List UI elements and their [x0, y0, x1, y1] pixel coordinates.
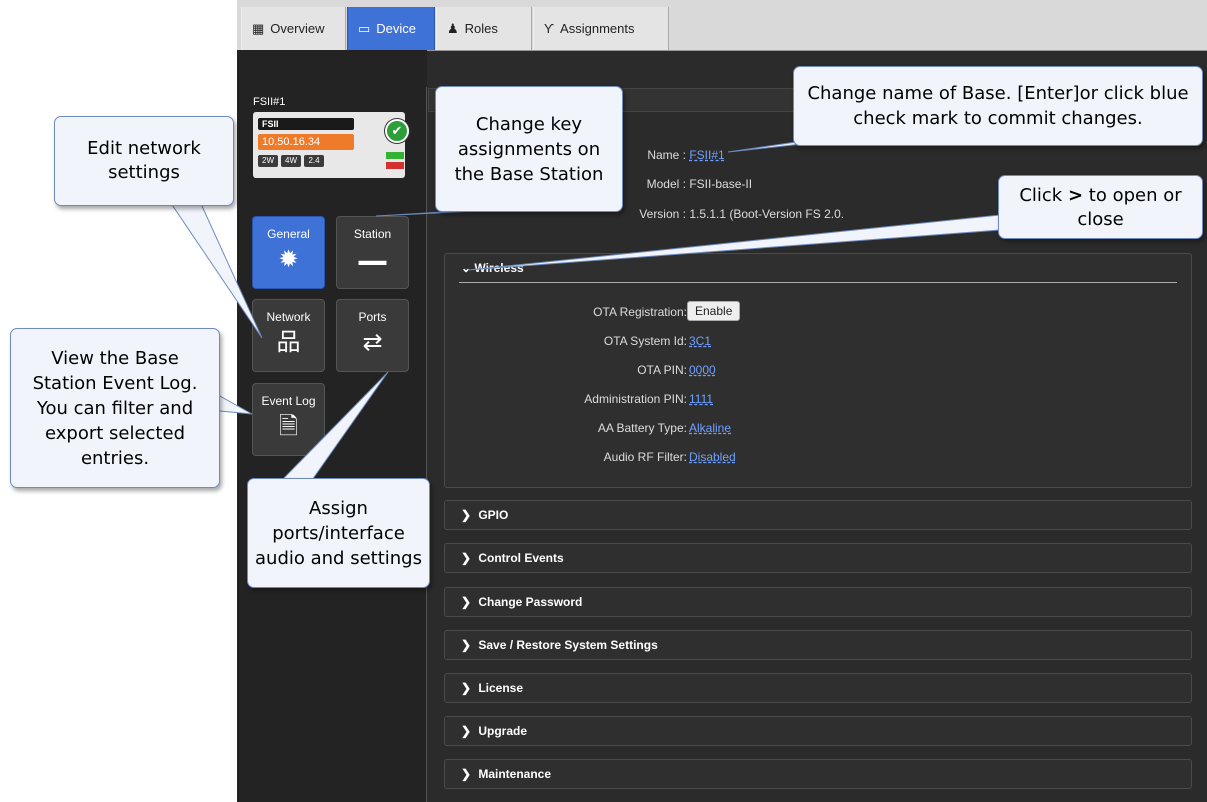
grid-icon: ▦	[252, 20, 265, 36]
section-wireless-header[interactable]: ⌄ Wireless	[461, 261, 524, 275]
callout-change-name: Change name of Base. [Enter]or click blu…	[793, 66, 1203, 146]
callout-event-log: View the Base Station Event Log. You can…	[10, 328, 220, 488]
device-ip: 10.50.16.34	[258, 134, 354, 150]
document-icon: 🗎	[278, 413, 299, 440]
chevron-down-icon: ⌄	[461, 261, 472, 275]
ports-icon: ⇄	[362, 329, 383, 356]
section-wireless: ⌄ Wireless OTA Registration: Enable OTA …	[444, 253, 1192, 488]
device-label: FSII#1	[253, 96, 286, 108]
device-card-name: FSII	[258, 118, 354, 130]
section-gpio[interactable]: ❯ GPIO	[444, 500, 1192, 530]
tab-assignments[interactable]: Ƴ Assignments	[533, 7, 669, 50]
connector-red-icon	[386, 162, 404, 169]
tab-device[interactable]: ▭ Device	[347, 7, 435, 50]
section-license[interactable]: ❯ License	[444, 673, 1192, 703]
chevron-right-icon: ❯	[461, 508, 472, 522]
gear-icon: ✹	[278, 246, 299, 273]
station-icon: ▬▬	[358, 252, 387, 268]
chevron-right-icon: ❯	[461, 681, 472, 695]
tab-bar: ▦ Overview ▭ Device ♟ Roles Ƴ Assignment…	[237, 0, 1207, 51]
callout-key-assignments: Change key assignments on the Base Stati…	[435, 86, 623, 212]
ota-pin-value[interactable]: 0000	[689, 363, 716, 377]
chevron-right-icon: ❯	[461, 767, 472, 781]
tile-event-log[interactable]: Event Log 🗎	[252, 383, 325, 456]
device-icon: ▭	[358, 20, 371, 36]
tab-overview[interactable]: ▦ Overview	[241, 7, 346, 50]
callout-assign-ports: Assign ports/interface audio and setting…	[247, 478, 430, 588]
callout-open-close: Click > to open or close	[998, 175, 1203, 239]
divider	[426, 87, 427, 802]
section-control-events[interactable]: ❯ Control Events	[444, 543, 1192, 573]
check-icon[interactable]: ✔	[385, 119, 409, 143]
callout-edit-network: Edit network settings	[54, 116, 234, 206]
base-name-field[interactable]: FSII#1	[689, 148, 724, 162]
section-divider	[459, 282, 1177, 283]
chevron-right-icon: ❯	[461, 724, 472, 738]
tile-ports[interactable]: Ports ⇄	[336, 299, 409, 372]
section-change-password[interactable]: ❯ Change Password	[444, 587, 1192, 617]
chip-2w: 2W	[258, 155, 278, 167]
chevron-right-icon: ❯	[461, 595, 472, 609]
info-model-row: Model : FSII-base-II	[646, 177, 753, 191]
admin-pin-value[interactable]: 1111	[689, 392, 713, 406]
ota-enable-button[interactable]: Enable	[687, 301, 741, 321]
assignments-icon: Ƴ	[544, 21, 555, 36]
tile-network[interactable]: Network 品	[252, 299, 325, 372]
battery-type-value[interactable]: Alkaline	[689, 421, 731, 435]
ota-system-id-value[interactable]: 3C1	[689, 334, 711, 348]
info-version-row: Version : 1.5.1.1 (Boot-Version FS 2.0.	[639, 207, 845, 221]
chevron-right-icon: ❯	[461, 638, 472, 652]
tab-roles[interactable]: ♟ Roles	[436, 7, 532, 50]
section-save-restore[interactable]: ❯ Save / Restore System Settings	[444, 630, 1192, 660]
section-upgrade[interactable]: ❯ Upgrade	[444, 716, 1192, 746]
chip-2-4: 2.4	[304, 155, 324, 167]
chevron-right-icon: ❯	[461, 551, 472, 565]
network-icon: 品	[276, 329, 301, 356]
tile-station[interactable]: Station ▬▬	[336, 216, 409, 289]
device-card[interactable]: FSII 10.50.16.34 2W 4W 2.4 ✔	[253, 112, 409, 178]
audio-rf-filter-value[interactable]: Disabled	[689, 450, 736, 464]
section-maintenance[interactable]: ❯ Maintenance	[444, 759, 1192, 789]
tile-general[interactable]: General ✹	[252, 216, 325, 289]
people-icon: ♟	[447, 20, 459, 36]
connector-green-icon	[386, 152, 404, 159]
chip-4w: 4W	[281, 155, 301, 167]
